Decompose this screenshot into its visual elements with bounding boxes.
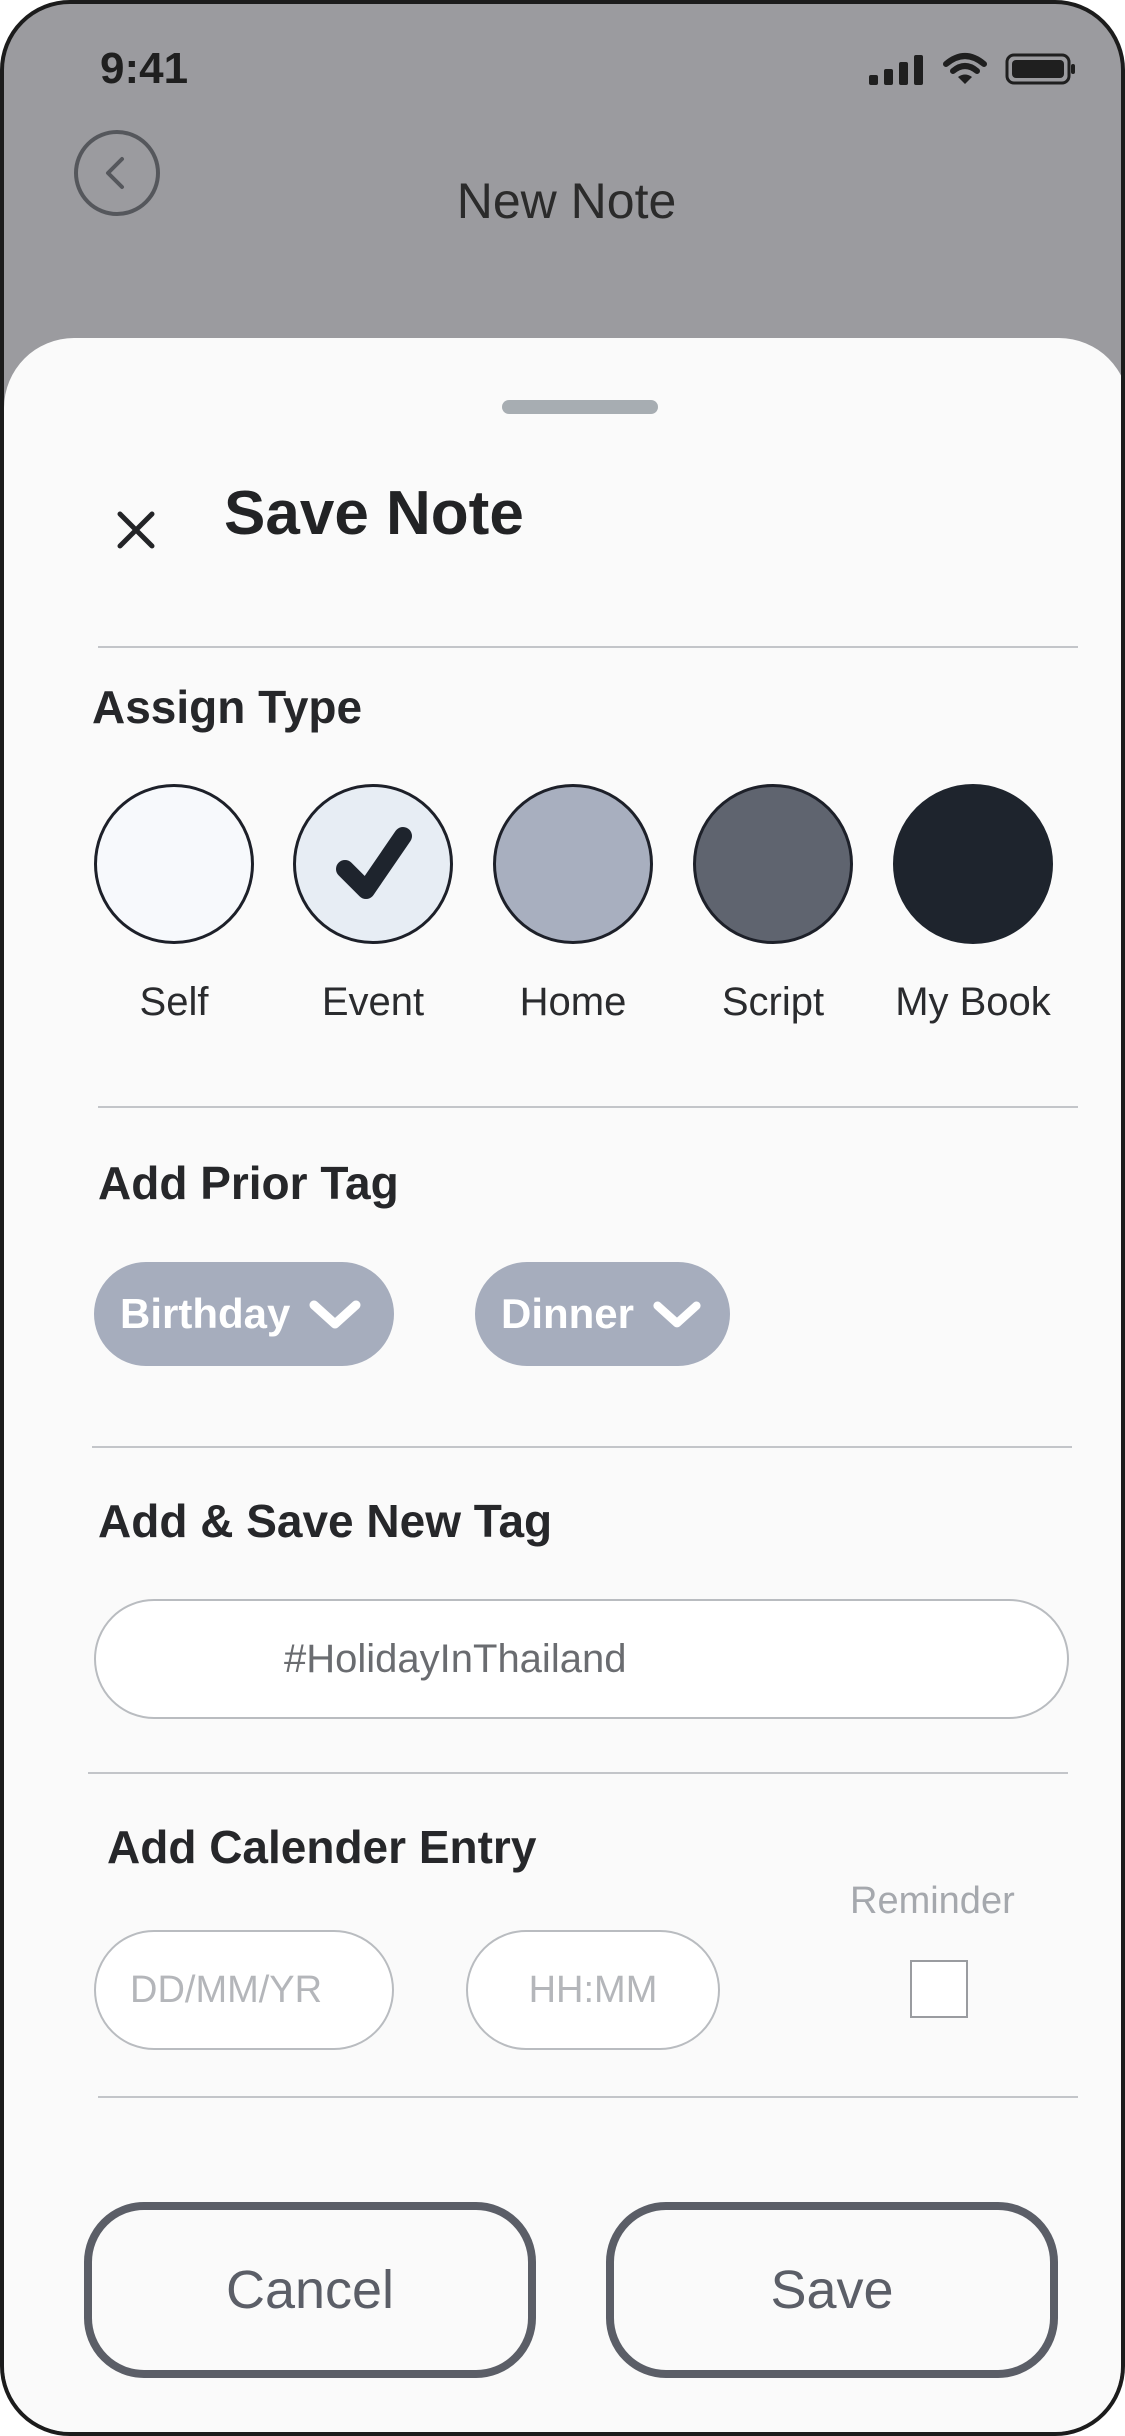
cancel-button[interactable]: Cancel: [84, 2202, 536, 2378]
status-icons: [869, 52, 1077, 86]
date-input[interactable]: [94, 1930, 394, 2050]
type-swatch-event: [293, 784, 453, 944]
new-tag-input[interactable]: [94, 1599, 1069, 1719]
tag-label: Birthday: [120, 1290, 291, 1337]
type-option-my-book[interactable]: My Book: [888, 784, 1058, 1024]
divider: [98, 646, 1078, 648]
checkmark-icon: [336, 827, 412, 899]
save-note-sheet: Save Note Assign Type Self Event Home Sc…: [4, 338, 1121, 2432]
type-swatch-my-book: [893, 784, 1053, 944]
divider: [88, 1772, 1068, 1774]
divider: [98, 2096, 1078, 2098]
wifi-icon: [943, 53, 987, 84]
chevron-down-icon: [653, 1301, 701, 1328]
sheet-grabber[interactable]: [502, 400, 658, 414]
type-swatch-home: [493, 784, 653, 944]
tag-dinner[interactable]: Dinner: [475, 1262, 730, 1366]
type-swatch-script: [693, 784, 853, 944]
divider: [98, 1106, 1078, 1108]
type-option-event[interactable]: Event: [288, 784, 458, 1024]
prior-tag-label: Add Prior Tag: [98, 1157, 399, 1209]
assign-type-label: Assign Type: [92, 681, 363, 733]
type-label: My Book: [895, 980, 1051, 1024]
phone-frame: 9:41 New Note Save Note Assign Type Self…: [0, 0, 1125, 2436]
status-time: 9:41: [100, 44, 189, 93]
calendar-entry-label: Add Calender Entry: [107, 1821, 537, 1873]
new-tag-label: Add & Save New Tag: [98, 1495, 553, 1547]
type-option-script[interactable]: Script: [688, 784, 858, 1024]
close-button[interactable]: [108, 502, 164, 558]
close-icon: [117, 511, 155, 549]
divider: [92, 1446, 1072, 1448]
page-title: New Note: [456, 173, 677, 229]
save-button[interactable]: Save: [606, 2202, 1058, 2378]
reminder-checkbox[interactable]: [910, 1960, 968, 2018]
cellular-signal-icon: [869, 55, 923, 85]
type-option-self[interactable]: Self: [89, 784, 259, 1024]
battery-icon: [1005, 53, 1075, 85]
sheet-title: Save Note: [224, 479, 524, 548]
type-swatch-self: [94, 784, 254, 944]
tag-label: Dinner: [501, 1290, 635, 1337]
chevron-down-icon: [309, 1300, 361, 1329]
type-option-home[interactable]: Home: [488, 784, 658, 1024]
time-input[interactable]: [466, 1930, 720, 2050]
tag-birthday[interactable]: Birthday: [94, 1262, 394, 1366]
reminder-label: Reminder: [850, 1880, 1015, 1922]
